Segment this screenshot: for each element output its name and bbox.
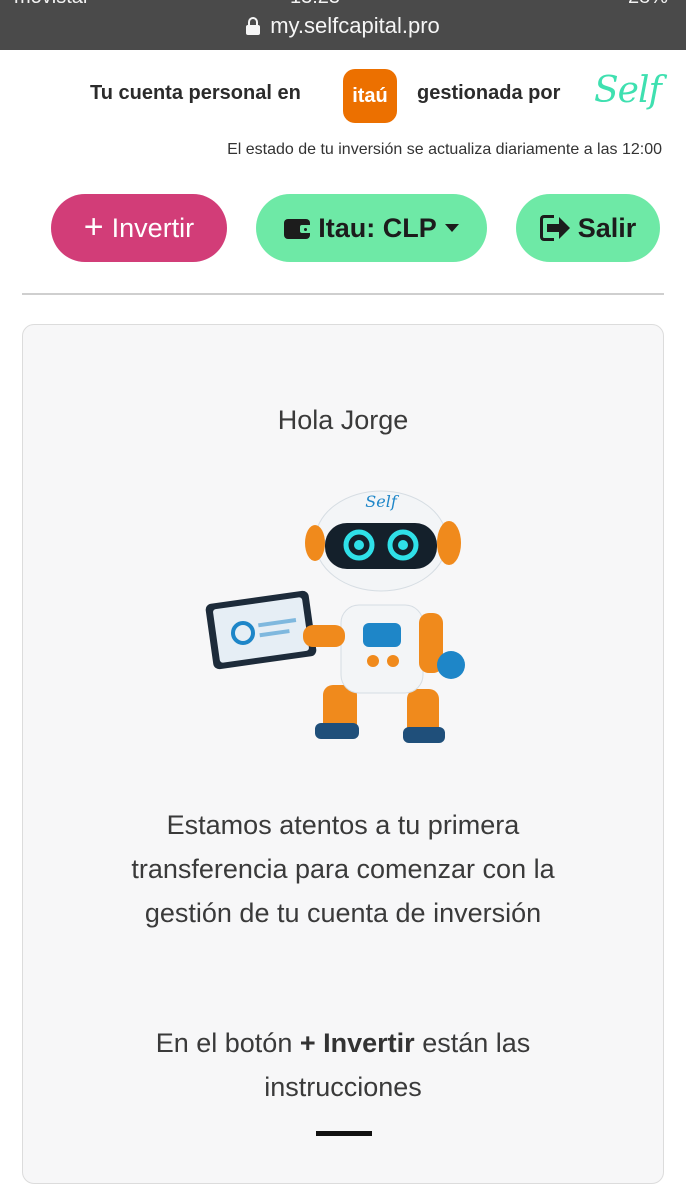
account-prefix: Tu cuenta personal en xyxy=(90,82,301,104)
clock: 13:23 xyxy=(290,0,340,9)
account-selector-label: Itau: CLP xyxy=(318,212,437,243)
battery-level: 28% xyxy=(628,0,668,9)
svg-text:Self: Self xyxy=(365,492,400,511)
plus-icon: + xyxy=(83,207,104,246)
browser-chrome: movistar 13:23 28% my.selfcapital.pro xyxy=(0,0,686,50)
header-divider xyxy=(22,293,664,295)
lock-icon xyxy=(246,17,261,35)
greeting: Hola Jorge xyxy=(277,405,409,435)
exit-button-label: Salir xyxy=(577,212,637,243)
account-selector-button[interactable]: Itau: CLP xyxy=(256,194,487,262)
instructions-prefix: En el botón xyxy=(155,1028,293,1058)
decorative-bar xyxy=(316,1131,372,1136)
welcome-card: Hola Jorge Self Estamos atentos a tu pri… xyxy=(22,324,664,1184)
first-transfer-message: Estamos atentos a tu primera transferenc… xyxy=(131,810,555,928)
invest-button[interactable]: + Invertir xyxy=(51,194,227,262)
status-bar: movistar 13:23 28% xyxy=(0,0,686,8)
instructions-text: En el botón + Invertir están las instruc… xyxy=(93,1021,593,1109)
invest-button-label: Invertir xyxy=(111,212,195,243)
self-logo: Self xyxy=(594,70,662,111)
update-note: El estado de tu inversión se actualiza d… xyxy=(227,141,662,158)
wallet-icon xyxy=(284,217,311,239)
url-text: my.selfcapital.pro xyxy=(270,13,440,38)
itau-logo: itaú xyxy=(343,69,397,123)
instructions-invest-reference: + Invertir xyxy=(299,1028,415,1058)
caret-down-icon xyxy=(444,224,459,232)
itau-logo-text: itaú xyxy=(352,84,388,107)
url-bar[interactable]: my.selfcapital.pro xyxy=(0,10,686,42)
exit-button[interactable]: Salir xyxy=(516,194,660,262)
carrier-label: movistar xyxy=(14,0,90,9)
robot-illustration: Self xyxy=(205,490,465,743)
robot-tablet xyxy=(205,590,317,670)
sign-out-icon xyxy=(539,215,570,241)
managed-by-label: gestionada por xyxy=(417,82,561,104)
account-brand-line: Tu cuenta personal en itaú gestionada po… xyxy=(0,66,686,126)
